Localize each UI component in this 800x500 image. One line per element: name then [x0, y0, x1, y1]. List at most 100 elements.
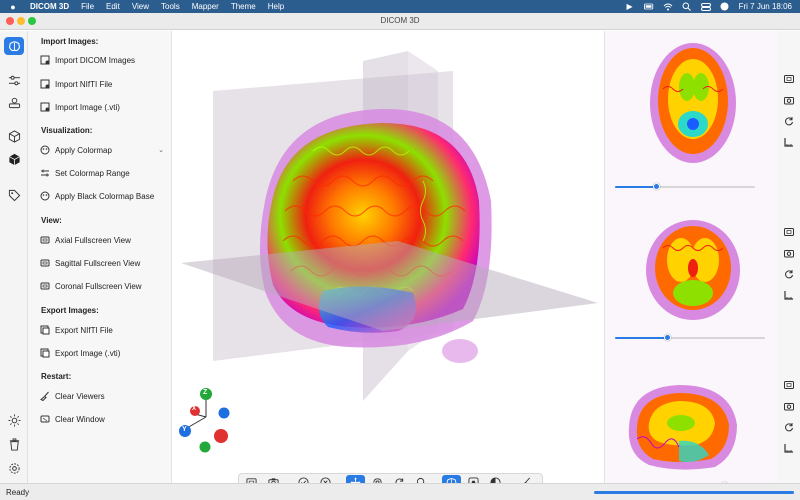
sidebar-item-export-nifti[interactable]: Export NIfTI File	[40, 323, 164, 337]
sagittal-fullscreen-button[interactable]	[783, 379, 795, 391]
volume-viewport[interactable]: Z X Y	[173, 31, 604, 483]
app-window: DICOM 3D Import Images: Import DICOM Ima…	[0, 13, 800, 500]
coronal-fullscreen-button[interactable]	[783, 226, 795, 238]
axial-fullscreen-button[interactable]	[783, 73, 795, 85]
menu-theme[interactable]: Theme	[231, 2, 256, 11]
sagittal-ruler-button[interactable]	[783, 442, 795, 454]
rail-brain-button[interactable]	[4, 37, 24, 55]
sidebar-item-sagittal-fullscreen[interactable]: Sagittal Fullscreen View	[40, 256, 164, 270]
sidebar-item-label: Sagittal Fullscreen View	[55, 258, 141, 268]
sidebar-item-axial-fullscreen[interactable]: Axial Fullscreen View	[40, 233, 164, 247]
sagittal-screenshot-button[interactable]	[783, 400, 795, 412]
sidebar-item-import-vti[interactable]: Import Image (.vti)	[40, 100, 164, 114]
orientation-axes	[179, 388, 230, 453]
fullscreen-icon	[784, 228, 794, 236]
slider-knob[interactable]	[653, 183, 660, 190]
axis-z-label: Z	[203, 389, 208, 396]
slice-tool-column	[778, 31, 800, 483]
menu-view[interactable]: View	[132, 2, 149, 11]
rail-cube-outline-button[interactable]	[4, 127, 24, 145]
sidebar-item-import-dicom[interactable]: Import DICOM Images	[40, 53, 164, 67]
coronal-slice-slider[interactable]	[615, 334, 765, 341]
status-text: Ready	[6, 488, 30, 497]
sidebar-item-label: Import DICOM Images	[55, 55, 136, 65]
brain-icon	[8, 40, 20, 51]
sidebar-item-clear-viewers[interactable]: Clear Viewers	[40, 389, 164, 403]
sidebar-item-import-nifti[interactable]: Import NIfTI File	[40, 77, 164, 91]
axis-x-label: X	[192, 406, 197, 412]
menu-bar: ● DICOM 3D File Edit View Tools Mapper T…	[0, 0, 800, 13]
slice-panel	[604, 31, 778, 489]
sidebar-item-apply-black-colormap[interactable]: Apply Black Colormap Base	[40, 189, 164, 203]
menu-file[interactable]: File	[81, 2, 94, 11]
ruler-icon	[784, 444, 793, 453]
sidebar-item-clear-window[interactable]: Clear Window	[40, 412, 164, 426]
rail-brightness-button[interactable]	[4, 411, 24, 429]
menu-tools[interactable]: Tools	[161, 2, 180, 11]
sidebar-item-set-colormap-range[interactable]: Set Colormap Range	[40, 166, 164, 180]
fullscreen-icon	[784, 75, 794, 83]
rail-scanner-button[interactable]	[4, 93, 24, 111]
control-center-icon[interactable]	[700, 2, 711, 11]
apple-icon[interactable]: ●	[6, 2, 20, 12]
sidebar-item-label: Export Image (.vti)	[55, 348, 121, 358]
sidebar-item-label: Set Colormap Range	[55, 168, 130, 178]
coronal-rotate-button[interactable]	[783, 268, 795, 280]
volume-render[interactable]	[173, 31, 604, 483]
sidebar-item-coronal-fullscreen[interactable]: Coronal Fullscreen View	[40, 279, 164, 293]
axial-screenshot-button[interactable]	[783, 94, 795, 106]
spotlight-search-icon[interactable]	[682, 2, 692, 11]
menu-clock[interactable]: Fri 7 Jun 18:06	[739, 2, 792, 11]
rail-tag-button[interactable]	[4, 186, 24, 204]
tag-icon	[8, 189, 20, 201]
section-export-images: Export Images:	[41, 306, 99, 315]
section-view: View:	[41, 216, 62, 225]
sidebar-item-export-vti[interactable]: Export Image (.vti)	[40, 346, 164, 360]
fullscreen-icon	[40, 258, 50, 268]
rotate-icon	[785, 117, 793, 126]
slider-knob[interactable]	[663, 334, 671, 341]
menu-app-name[interactable]: DICOM 3D	[30, 2, 69, 11]
axial-ruler-button[interactable]	[783, 136, 795, 148]
media-play-icon[interactable]: ▶	[625, 2, 635, 11]
camera-icon	[784, 403, 794, 411]
sidebar-item-label: Import NIfTI File	[55, 79, 113, 89]
rail-sliders-button[interactable]	[4, 71, 24, 89]
sagittal-slice-view[interactable]	[619, 379, 743, 473]
coronal-screenshot-button[interactable]	[783, 247, 795, 259]
sidebar-item-label: Import Image (.vti)	[55, 102, 120, 112]
gear-icon	[8, 462, 20, 474]
axial-rotate-button[interactable]	[783, 115, 795, 127]
sidebar-item-label: Clear Viewers	[55, 391, 105, 401]
camera-icon	[784, 250, 794, 258]
ruler-icon	[784, 291, 793, 300]
sidebar-item-label: Coronal Fullscreen View	[55, 281, 142, 291]
fullscreen-icon	[40, 235, 50, 245]
export-icon	[40, 325, 50, 335]
slider-fill	[615, 186, 657, 188]
menu-help[interactable]: Help	[268, 2, 284, 11]
siri-icon[interactable]	[720, 2, 730, 11]
battery-icon[interactable]	[643, 2, 654, 11]
range-icon	[40, 168, 50, 178]
coronal-slice-view[interactable]	[641, 218, 745, 324]
camera-icon	[784, 97, 794, 105]
coronal-ruler-button[interactable]	[783, 289, 795, 301]
menu-mapper[interactable]: Mapper	[192, 2, 219, 11]
palette-icon	[40, 191, 50, 201]
rail-cube-filled-button[interactable]	[4, 150, 24, 168]
sidebar-item-label: Clear Window	[55, 414, 105, 424]
sidebar-item-apply-colormap[interactable]: Apply Colormap ⌄	[40, 143, 164, 157]
title-bar: DICOM 3D	[0, 13, 800, 30]
menu-edit[interactable]: Edit	[106, 2, 120, 11]
rotate-icon	[785, 270, 793, 279]
rail-trash-button[interactable]	[4, 435, 24, 453]
rail-settings-button[interactable]	[4, 459, 24, 477]
axial-slice-slider[interactable]	[615, 183, 755, 190]
chevron-down-icon[interactable]: ⌄	[158, 146, 164, 154]
cube-filled-icon	[8, 153, 20, 165]
sagittal-rotate-button[interactable]	[783, 421, 795, 433]
wifi-icon[interactable]	[663, 2, 673, 11]
axial-slice-view[interactable]	[643, 39, 743, 167]
import-icon	[40, 79, 50, 89]
